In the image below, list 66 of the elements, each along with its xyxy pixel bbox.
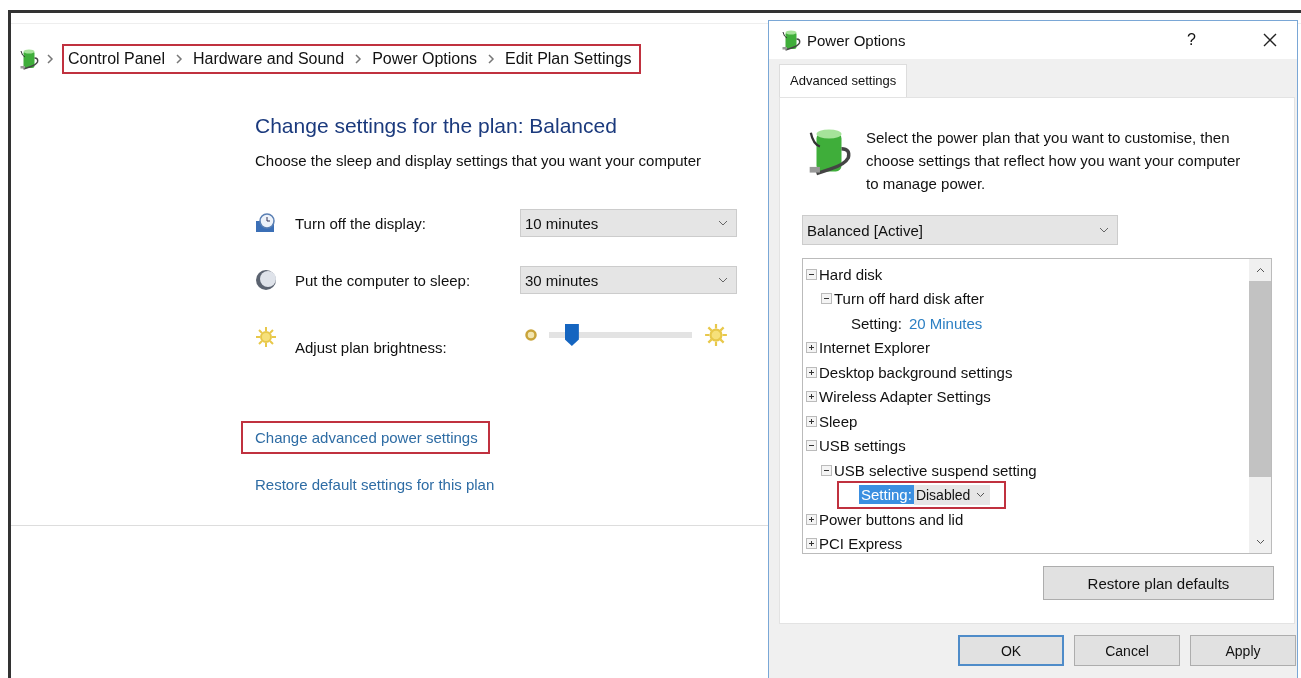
expander-icon[interactable] xyxy=(806,268,817,280)
setting-label: Put the computer to sleep: xyxy=(295,271,472,289)
dialog-button[interactable]: Apply xyxy=(1190,635,1296,666)
breadcrumb-item[interactable]: Control Panel xyxy=(68,50,165,68)
breadcrumb-item[interactable]: Hardware and Sound xyxy=(192,50,345,68)
tree-item[interactable]: Turn off hard disk after xyxy=(834,290,985,308)
tree-item[interactable]: Wireless Adapter Settings xyxy=(819,388,991,406)
expander-icon[interactable] xyxy=(806,391,817,403)
sun-icon xyxy=(704,323,728,347)
expander-icon[interactable] xyxy=(821,464,832,476)
window-title: Power Options xyxy=(807,31,907,49)
tree-item[interactable]: Power buttons and lid xyxy=(819,510,964,528)
expander-icon[interactable] xyxy=(806,342,817,354)
tab[interactable]: Advanced settings xyxy=(779,64,908,97)
dropdown[interactable]: 10 minutes xyxy=(520,209,737,237)
expander-icon[interactable] xyxy=(806,366,817,378)
setting-label: Setting: xyxy=(859,485,914,505)
chevron-icon xyxy=(174,54,183,64)
moon-icon xyxy=(255,269,277,291)
setting-label: Adjust plan brightness: xyxy=(295,338,448,356)
caret-icon xyxy=(976,491,986,498)
close-icon[interactable] xyxy=(1263,33,1277,47)
expander-icon[interactable] xyxy=(821,293,832,305)
intro-text: Select the power plan that you want to customise, then choose settings that reflect how you want your computer to manage power. xyxy=(866,128,1242,194)
tree-item[interactable]: Sleep xyxy=(819,412,858,430)
tree-item[interactable]: USB settings xyxy=(819,437,906,455)
tree-item[interactable]: USB selective suspend setting xyxy=(834,461,1037,479)
page-heading: Change settings for the plan: Balanced xyxy=(255,114,617,138)
dialog-button[interactable]: OK xyxy=(958,635,1064,666)
restore-button[interactable]: Restore plan defaults xyxy=(1043,566,1274,600)
tree-item[interactable]: Internet Explorer xyxy=(819,339,930,357)
help-button[interactable]: ? xyxy=(1187,31,1217,49)
battery-plug-icon xyxy=(18,48,40,70)
scroll-up-icon[interactable] xyxy=(1255,267,1265,273)
setting-dropdown[interactable]: Disabled xyxy=(913,484,991,505)
scroll-down-icon[interactable] xyxy=(1255,539,1265,545)
expander-icon[interactable] xyxy=(806,538,817,550)
dim-sun-icon xyxy=(525,329,537,341)
dialog-button[interactable]: Cancel xyxy=(1074,635,1180,666)
tree-item[interactable]: Desktop background settings xyxy=(819,363,1013,381)
plan-dropdown[interactable]: Balanced [Active] xyxy=(802,215,1118,245)
dropdown[interactable]: 30 minutes xyxy=(520,266,737,294)
tree-item[interactable]: PCI Express xyxy=(819,535,903,553)
breadcrumb-item[interactable]: Edit Plan Settings xyxy=(505,50,632,68)
battery-plug-icon xyxy=(781,29,801,51)
description-text: Choose the sleep and display settings that you want your computer xyxy=(255,152,702,169)
caret-icon xyxy=(718,277,728,283)
tree-item[interactable]: Hard disk xyxy=(819,265,883,283)
link[interactable]: Restore default settings for this plan xyxy=(241,468,507,501)
link[interactable]: Change advanced power settings xyxy=(241,421,490,454)
breadcrumb-item[interactable]: Power Options xyxy=(372,50,478,68)
sun-icon xyxy=(255,326,277,348)
expander-icon[interactable] xyxy=(806,415,817,427)
monitor-clock-icon xyxy=(255,213,277,233)
setting-label: Setting: xyxy=(851,314,902,332)
setting-value[interactable]: 20 Minutes xyxy=(908,314,983,332)
chevron-icon xyxy=(487,54,496,64)
caret-icon xyxy=(718,220,728,226)
caret-icon xyxy=(1099,227,1109,233)
slider-thumb[interactable] xyxy=(564,324,579,346)
expander-icon[interactable] xyxy=(806,513,817,525)
expander-icon[interactable] xyxy=(806,440,817,452)
chevron-icon xyxy=(46,54,54,64)
setting-label: Turn off the display: xyxy=(295,214,427,232)
chevron-icon xyxy=(354,54,363,64)
scrollbar[interactable] xyxy=(1249,259,1271,553)
